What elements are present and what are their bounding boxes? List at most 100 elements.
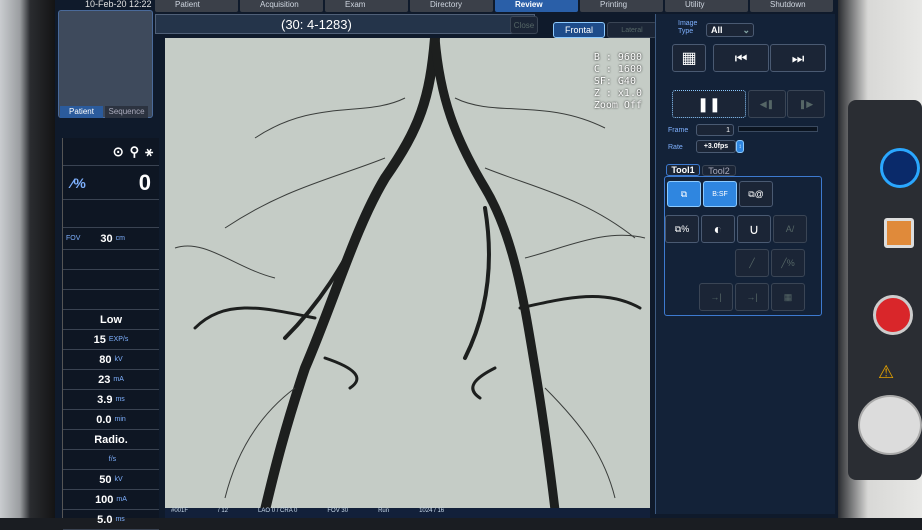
rate-input[interactable]: +3.0fps: [696, 140, 736, 153]
line-percent-button[interactable]: ╱%: [771, 249, 805, 277]
radio-param: 100 mA: [63, 490, 159, 510]
fluoro-param: 15 EXP/s: [63, 330, 159, 350]
step-forward-icon: ❚▶: [798, 98, 814, 109]
bcsf-icon: B:SF: [712, 190, 728, 198]
frame-input[interactable]: 1: [696, 124, 734, 136]
param-unit: mA: [116, 496, 127, 503]
stop-button[interactable]: [884, 218, 914, 248]
rate-label: Rate: [668, 144, 683, 151]
frame-label: Frame: [668, 127, 689, 134]
overlay-zoom-state: Zoom Off: [593, 100, 642, 111]
line-icon: ╱: [749, 257, 755, 268]
param-value: 3.9: [97, 393, 113, 406]
subtraction-icon: ⧉: [680, 188, 688, 199]
param-unit: kV: [114, 476, 123, 483]
mark-frame-button[interactable]: →|: [735, 283, 769, 311]
param-value: 0.0: [96, 413, 112, 426]
status-angle: LAO 0 / CRA 0: [258, 508, 298, 514]
status-run: Run: [378, 508, 390, 514]
subtraction-button[interactable]: ⧉: [667, 181, 701, 207]
fluoro-button[interactable]: [880, 148, 920, 188]
frame-slider[interactable]: [738, 126, 818, 132]
angiography-image[interactable]: B : 9600 C : 1600 SF: G40 Z : x1.0 Zoom Off: [165, 38, 650, 510]
overlay-zoom-factor: Z : x1.0: [593, 88, 642, 99]
param-unit: ms: [115, 516, 125, 523]
handle-knob[interactable]: [858, 395, 922, 455]
close-button[interactable]: Close: [510, 16, 538, 34]
tab-exam[interactable]: Exam: [325, 0, 408, 12]
step-back-icon: ◀❚: [759, 98, 775, 109]
dose-counter: ⁄% 0: [63, 166, 159, 200]
mask-percent-button[interactable]: ⧉%: [665, 215, 699, 243]
overlay-brightness: B : 9600: [593, 52, 642, 63]
acquisition-params: ⊙ ⚲ ⚹ ⁄% 0 FOV 30 cm Low 15 EXP/s 80 kV 23 mA 3.9 m…: [62, 138, 159, 530]
image-type-label: Image Type: [678, 20, 698, 35]
radio-mode: Radio.: [63, 430, 159, 450]
param-unit: EXP/s: [108, 336, 129, 343]
annotation-button[interactable]: A/: [773, 215, 807, 243]
vessel-image: [165, 38, 650, 510]
fluoro-mode: Low: [63, 310, 159, 330]
status-fov: FOV 30: [327, 508, 349, 514]
invert-button[interactable]: ◐: [701, 215, 735, 243]
step-forward-button[interactable]: ❚▶: [787, 90, 825, 118]
tab-sequence[interactable]: Sequence: [105, 106, 148, 118]
multi-view-button[interactable]: ▦: [771, 283, 805, 311]
auto-mask-button[interactable]: ⧉@: [739, 181, 773, 207]
review-controls: Image Type All ⌄ ▦ ⏮ ⏭ ❚❚ ◀❚ ❚▶ Frame 1 R…: [655, 14, 835, 514]
fluoro-param: 3.9 ms: [63, 390, 159, 410]
line-button[interactable]: ╱: [735, 249, 769, 277]
main-tabs: Patient Acquisition Exam Directory Revie…: [155, 0, 833, 12]
frontal-button[interactable]: Frontal: [553, 22, 605, 38]
rate-stepper[interactable]: ↕: [736, 140, 744, 153]
datetime: 10-Feb-20 12:22: [85, 0, 152, 9]
layout-button[interactable]: ▦: [672, 44, 706, 72]
pause-button[interactable]: ❚❚: [672, 90, 746, 118]
tab-acquisition[interactable]: Acquisition: [240, 0, 323, 12]
auto-mask-icon: ⧉@: [748, 188, 764, 199]
first-frame-button[interactable]: ⏮: [713, 44, 769, 72]
lateral-button[interactable]: Lateral: [607, 22, 657, 38]
overlay-contrast: C : 1600: [593, 64, 642, 75]
status-bar: #001F / 12 LAO 0 / CRA 0 FOV 30 Run 1024…: [165, 508, 650, 518]
grid-layout-icon: ▦: [681, 50, 697, 67]
param-unit: min: [114, 416, 126, 423]
param-unit: mA: [113, 376, 124, 383]
invert-icon: ◐: [713, 221, 723, 237]
tube-icon: ⚲: [129, 143, 140, 159]
mask-percent-icon: ⧉%: [674, 223, 690, 234]
tab-tool1[interactable]: Tool1: [666, 164, 700, 176]
ref-frame-button[interactable]: →|: [699, 283, 733, 311]
screen: Patient Acquisition Exam Directory Revie…: [55, 0, 840, 530]
last-frame-button[interactable]: ⏭: [770, 44, 826, 72]
param-value: 15: [93, 333, 106, 346]
tab-review[interactable]: Review: [495, 0, 578, 12]
tab-tool2[interactable]: Tool2: [702, 165, 736, 176]
fluoro-param: 23 mA: [63, 370, 159, 390]
tab-patient-left[interactable]: Patient: [60, 106, 103, 118]
image-type-value: All: [711, 25, 723, 35]
tab-directory[interactable]: Directory: [410, 0, 493, 12]
emergency-stop-button[interactable]: [873, 295, 913, 335]
tool-panel: ⧉ B:SF ⧉@ ⧉% ◐ ∪ A/ ╱ ╱% →| →| ▦: [664, 176, 822, 316]
tab-utility[interactable]: Utility: [665, 0, 748, 12]
tab-patient[interactable]: Patient: [155, 0, 238, 12]
skip-forward-icon: ⏭: [791, 49, 805, 66]
chevron-down-icon: ⌄: [742, 24, 750, 35]
multi-view-icon: ▦: [783, 291, 793, 302]
bcsf-button[interactable]: B:SF: [703, 181, 737, 207]
fluoro-param: 0.0 min: [63, 410, 159, 430]
param-unit: kV: [114, 356, 123, 363]
series-selector[interactable]: (30: 4-1283): [155, 14, 535, 34]
step-back-button[interactable]: ◀❚: [748, 90, 786, 118]
thumbnail-area: [58, 10, 153, 118]
image-type-select[interactable]: All ⌄: [706, 23, 754, 37]
radiation-warning-icon: ⚠: [878, 362, 895, 382]
param-value: 100: [95, 493, 114, 506]
fov-value: 30: [100, 232, 113, 245]
tab-shutdown[interactable]: Shutdown: [750, 0, 833, 12]
valve-icon: ⊙: [112, 143, 124, 159]
magnet-button[interactable]: ∪: [737, 215, 771, 243]
tab-printing[interactable]: Printing: [580, 0, 663, 12]
param-unit: ms: [115, 396, 125, 403]
